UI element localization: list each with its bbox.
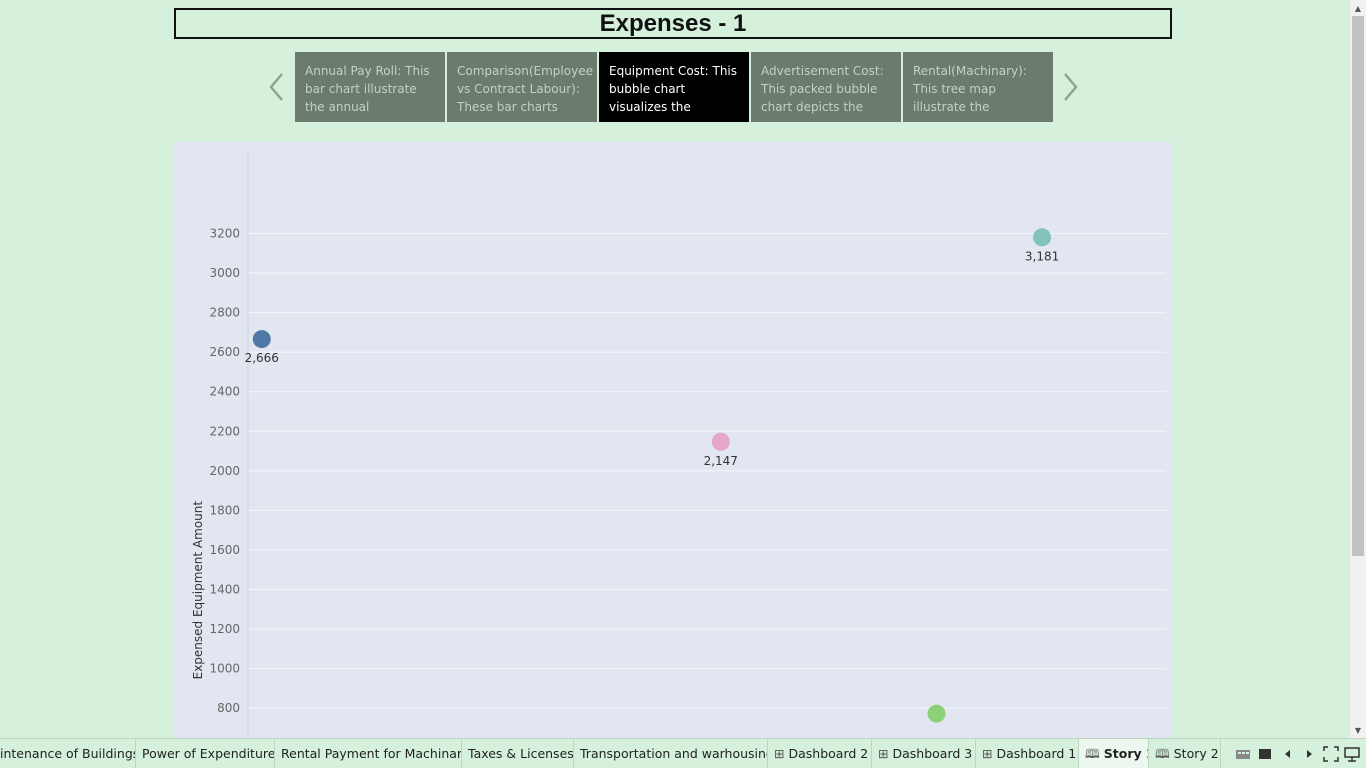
tab-label: Rental Payment for Machinary	[281, 746, 462, 761]
tab-label: Power of Expenditure	[142, 746, 275, 761]
tab-label: Dashboard 1	[996, 746, 1077, 761]
tab-label: Dashboard 3	[892, 746, 973, 761]
data-point	[711, 432, 730, 451]
y-tick-label: 2800	[209, 306, 240, 320]
story-point-equipment-cost[interactable]: Equipment Cost: This bubble chart visual…	[599, 52, 749, 122]
y-tick-label: 3000	[209, 266, 240, 280]
tab-label: Story 2	[1173, 746, 1219, 761]
grid-icon: ⊞	[982, 746, 993, 761]
story-point-comparison[interactable]: Comparison(Employee vs Contract Labour):…	[447, 52, 597, 122]
film-strip-icon[interactable]	[1235, 746, 1251, 762]
tab-dashboard-1[interactable]: ⊞ Dashboard 1	[976, 739, 1079, 768]
data-point	[927, 704, 946, 723]
sheet-tab-bar: intenance of Buildings Power of Expendit…	[0, 738, 1366, 768]
bubble-chart[interactable]: 800 1000 1200 1400 1600 1800 2000 2200 2400 2600 2…	[174, 142, 1172, 738]
y-tick-label: 2600	[209, 345, 240, 359]
story-title: Expenses - 1	[174, 8, 1172, 39]
tab-label: Taxes & Licenses	[468, 746, 574, 761]
tab-story-1[interactable]: 🕮Story 1	[1079, 739, 1149, 768]
chevron-right-icon[interactable]	[1055, 62, 1085, 112]
story-point-annual-pay-roll[interactable]: Annual Pay Roll: This bar chart illustra…	[295, 52, 445, 122]
tab-rental-payment-for-machinary[interactable]: Rental Payment for Machinary	[275, 739, 462, 768]
y-tick-label: 3200	[209, 227, 240, 241]
tab-dashboard-2[interactable]: ⊞ Dashboard 2	[768, 739, 872, 768]
y-axis-title: Expensed Equipment Amount	[191, 501, 205, 680]
grid-icon: ⊞	[878, 746, 889, 761]
chart-svg: 800 1000 1200 1400 1600 1800 2000 2200 2400 2600 2…	[191, 150, 1166, 738]
y-tick-label: 1600	[209, 543, 240, 557]
tab-taxes-licenses[interactable]: Taxes & Licenses	[462, 739, 574, 768]
y-tick-label: 1000	[209, 662, 240, 676]
data-label: 2,147	[704, 454, 738, 468]
chevron-left-icon[interactable]	[262, 62, 292, 112]
tab-label: Transportation and warhousing	[580, 746, 768, 761]
scroll-thumb[interactable]	[1352, 16, 1364, 556]
y-tick-label: 2400	[209, 385, 240, 399]
data-label: 2,666	[245, 351, 279, 365]
y-tick-label: 1400	[209, 582, 240, 596]
data-point	[252, 330, 271, 349]
y-tick-label: 800	[217, 701, 240, 715]
tab-story-2[interactable]: 🕮 Story 2	[1149, 739, 1221, 768]
scroll-up-icon[interactable]: ▲	[1350, 0, 1366, 16]
story-point-rental-machinary[interactable]: Rental(Machinary): This tree map illustr…	[903, 52, 1053, 122]
y-tick-label: 2000	[209, 464, 240, 478]
tab-power-of-expenditure[interactable]: Power of Expenditure	[136, 739, 275, 768]
story-point-advertisement-cost[interactable]: Advertisement Cost: This packed bubble c…	[751, 52, 901, 122]
next-sheet-icon[interactable]	[1301, 746, 1317, 762]
data-point	[1033, 228, 1052, 247]
book-icon: 🕮	[1085, 746, 1100, 761]
tab-label: Dashboard 2	[788, 746, 869, 761]
book-icon: 🕮	[1155, 746, 1170, 761]
tab-dashboard-3[interactable]: ⊞ Dashboard 3	[872, 739, 976, 768]
tab-label: intenance of Buildings	[0, 746, 136, 761]
presentation-icon[interactable]	[1344, 746, 1360, 762]
fullscreen-icon[interactable]	[1323, 746, 1339, 762]
tab-maintenance-of-buildings[interactable]: intenance of Buildings	[0, 739, 136, 768]
previous-sheet-icon[interactable]	[1280, 746, 1296, 762]
grid-icon: ⊞	[774, 746, 785, 761]
vertical-scrollbar[interactable]: ▲ ▼	[1350, 0, 1366, 738]
data-label: 3,181	[1025, 249, 1059, 263]
tab-label: Story 1	[1103, 746, 1148, 761]
y-tick-label: 1200	[209, 622, 240, 636]
single-sheet-icon[interactable]	[1257, 746, 1273, 762]
scroll-down-icon[interactable]: ▼	[1350, 722, 1366, 738]
y-tick-label: 2200	[209, 424, 240, 438]
tab-transportation-and-warhousing[interactable]: Transportation and warhousing	[574, 739, 768, 768]
y-tick-label: 1800	[209, 503, 240, 517]
